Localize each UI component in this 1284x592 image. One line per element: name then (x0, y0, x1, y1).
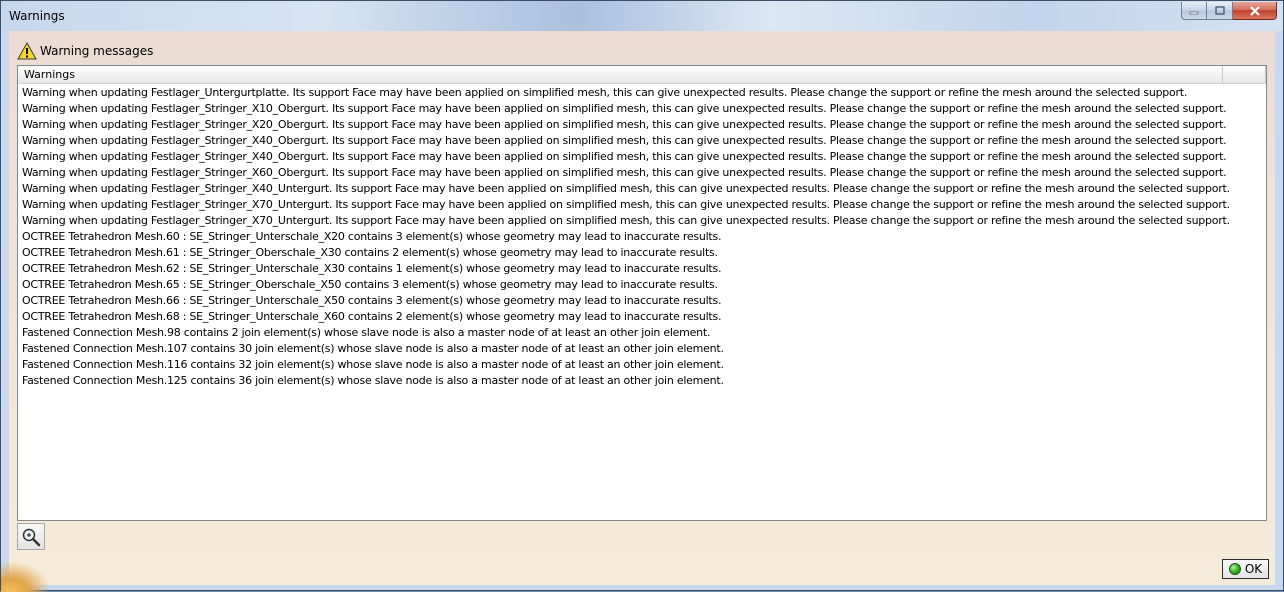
window-title: Warnings (9, 9, 65, 23)
list-item[interactable]: Warning when updating Festlager_Stringer… (22, 133, 1262, 149)
list-item[interactable]: Warning when updating Festlager_Stringer… (22, 101, 1262, 117)
ok-button-label: OK (1244, 562, 1263, 576)
maximize-button[interactable] (1207, 2, 1233, 20)
list-item[interactable]: OCTREE Tetrahedron Mesh.62 : SE_Stringer… (22, 261, 1262, 277)
list-item[interactable]: Warning when updating Festlager_Stringer… (22, 181, 1262, 197)
warnings-dialog: Warnings Warning messages Warnings Warni… (0, 0, 1284, 592)
list-item[interactable]: Warning when updating Festlager_Stringer… (22, 213, 1262, 229)
list-item[interactable]: Fastened Connection Mesh.125 contains 36… (22, 373, 1262, 389)
caption-buttons (1181, 2, 1277, 20)
warnings-list[interactable]: Warnings Warning when updating Festlager… (17, 65, 1267, 521)
close-icon (1249, 5, 1260, 16)
background-glow (1, 561, 51, 592)
column-header-row: Warnings (18, 66, 1266, 84)
title-bar[interactable]: Warnings (1, 1, 1283, 31)
warnings-rows: Warning when updating Festlager_Untergur… (22, 85, 1262, 389)
green-dot-icon (1228, 563, 1241, 575)
magnifier-icon (22, 528, 41, 546)
list-item[interactable]: Fastened Connection Mesh.116 contains 32… (22, 357, 1262, 373)
column-header-filler (1223, 66, 1266, 84)
minimize-button[interactable] (1181, 2, 1207, 20)
list-item[interactable]: Warning when updating Festlager_Stringer… (22, 165, 1262, 181)
minimize-icon (1189, 11, 1199, 14)
list-item[interactable]: Warning when updating Festlager_Untergur… (22, 85, 1262, 101)
ok-button[interactable]: OK (1222, 559, 1269, 579)
list-item[interactable]: Warning when updating Festlager_Stringer… (22, 149, 1262, 165)
list-item[interactable]: OCTREE Tetrahedron Mesh.61 : SE_Stringer… (22, 245, 1262, 261)
list-item[interactable]: OCTREE Tetrahedron Mesh.68 : SE_Stringer… (22, 309, 1262, 325)
list-item[interactable]: Fastened Connection Mesh.107 contains 30… (22, 341, 1262, 357)
dialog-body: Warning messages Warnings Warning when u… (9, 31, 1275, 585)
list-item[interactable]: OCTREE Tetrahedron Mesh.65 : SE_Stringer… (22, 277, 1262, 293)
maximize-icon (1214, 6, 1225, 15)
warning-triangle-icon (17, 42, 37, 60)
list-item[interactable]: Warning when updating Festlager_Stringer… (22, 197, 1262, 213)
warning-header: Warning messages (17, 41, 153, 61)
zoom-button[interactable] (17, 523, 45, 550)
warning-messages-label: Warning messages (40, 44, 154, 58)
close-button[interactable] (1233, 2, 1277, 20)
column-header-warnings[interactable]: Warnings (18, 66, 1223, 84)
list-item[interactable]: OCTREE Tetrahedron Mesh.60 : SE_Stringer… (22, 229, 1262, 245)
list-item[interactable]: OCTREE Tetrahedron Mesh.66 : SE_Stringer… (22, 293, 1262, 309)
list-item[interactable]: Fastened Connection Mesh.98 contains 2 j… (22, 325, 1262, 341)
list-item[interactable]: Warning when updating Festlager_Stringer… (22, 117, 1262, 133)
